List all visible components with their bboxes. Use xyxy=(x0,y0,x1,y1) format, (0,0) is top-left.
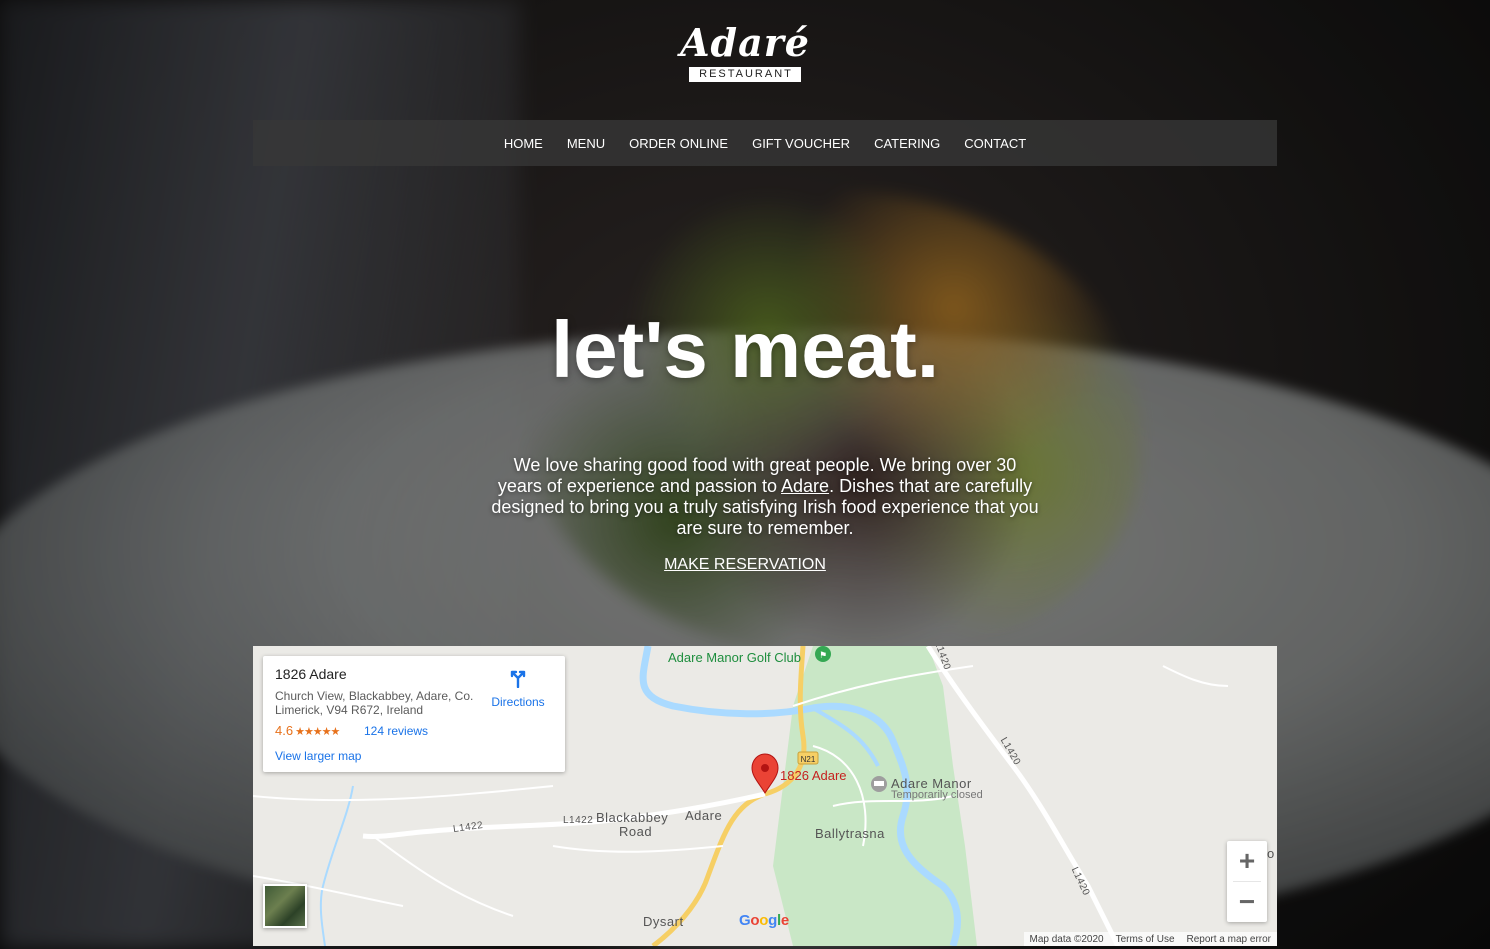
edge-label: o xyxy=(1267,846,1275,861)
golf-club-label[interactable]: Adare Manor Golf Club xyxy=(668,650,801,665)
n21-label: N21 xyxy=(801,755,816,764)
reviews-link[interactable]: 124 reviews xyxy=(364,724,428,738)
blackabbey-label: Blackabbey xyxy=(596,810,669,825)
hero-section: Adaré RESTAURANT HOME MENU ORDER ONLINE … xyxy=(0,0,1490,949)
rating-value: 4.6 xyxy=(275,723,294,738)
road-label: Road xyxy=(619,824,653,839)
location-pin-dot xyxy=(761,764,769,772)
directions-label: Directions xyxy=(491,695,545,709)
google-letter: e xyxy=(780,912,789,929)
map-stream xyxy=(319,785,354,946)
ballytrasna-label: Ballytrasna xyxy=(815,826,885,841)
nav-home[interactable]: HOME xyxy=(504,136,543,151)
map-minor-road-5 xyxy=(1162,665,1229,687)
brand-name: Adaré xyxy=(680,20,810,65)
view-larger-map-link[interactable]: View larger map xyxy=(275,749,361,763)
map-minor-road-3 xyxy=(552,845,724,853)
adare-label: Adare xyxy=(685,808,723,823)
terms-of-use-link[interactable]: Terms of Use xyxy=(1116,934,1175,945)
hotel-bed-shape xyxy=(874,781,884,786)
intro-adare-link[interactable]: Adare xyxy=(781,476,829,496)
brand-logo[interactable]: Adaré RESTAURANT xyxy=(0,22,1490,82)
google-letter: g xyxy=(768,912,777,929)
nav-gift-voucher[interactable]: GIFT VOUCHER xyxy=(752,136,850,151)
dysart-label: Dysart xyxy=(643,914,684,929)
google-logo: Google xyxy=(739,912,789,929)
place-rating: 4.6 ★★★★★ xyxy=(275,723,340,738)
map-minor-road-1 xyxy=(253,785,554,802)
manor-status: Temporarily closed xyxy=(891,789,983,801)
map-footer: Map data ©2020 Terms of Use Report a map… xyxy=(1023,932,1277,946)
nav-order-online[interactable]: ORDER ONLINE xyxy=(629,136,728,151)
google-map[interactable]: N21 ⚑ Adare Manor Golf Club 1826 Adare A… xyxy=(253,646,1277,946)
google-letter: o xyxy=(750,912,760,929)
report-map-error-link[interactable]: Report a map error xyxy=(1187,934,1271,945)
golf-flag-icon: ⚑ xyxy=(819,651,827,661)
nav-contact[interactable]: CONTACT xyxy=(964,136,1026,151)
directions-icon xyxy=(510,670,526,689)
zoom-controls: + − xyxy=(1227,841,1267,922)
google-letter: o xyxy=(759,912,769,929)
brand-subtitle: RESTAURANT xyxy=(689,67,801,82)
hero-intro: We love sharing good food with great peo… xyxy=(490,455,1040,539)
star-rating-icon: ★★★★★ xyxy=(295,726,340,738)
make-reservation-link[interactable]: MAKE RESERVATION xyxy=(664,556,826,573)
pin-label[interactable]: 1826 Adare xyxy=(780,768,847,783)
nav-catering[interactable]: CATERING xyxy=(874,136,940,151)
location-pin-icon xyxy=(751,753,779,794)
place-info-card: 1826 Adare Church View, Blackabbey, Adar… xyxy=(263,656,565,772)
reservation-cta-wrap: MAKE RESERVATION xyxy=(0,556,1490,574)
google-letter: G xyxy=(739,912,751,929)
nav-menu[interactable]: MENU xyxy=(567,136,605,151)
zoom-in-button[interactable]: + xyxy=(1227,841,1267,881)
map-road-n21 xyxy=(651,646,807,946)
place-address: Church View, Blackabbey, Adare, Co. Lime… xyxy=(275,689,474,717)
main-nav: HOME MENU ORDER ONLINE GIFT VOUCHER CATE… xyxy=(253,120,1277,166)
map-data-credit: Map data ©2020 xyxy=(1029,933,1104,945)
l1422-label-east: L1422 xyxy=(563,815,594,826)
hero-headline: let's meat. xyxy=(550,305,940,394)
zoom-out-button[interactable]: − xyxy=(1227,882,1267,922)
place-title: 1826 Adare xyxy=(275,666,347,682)
satellite-toggle-button[interactable] xyxy=(263,884,307,928)
directions-button[interactable]: Directions xyxy=(485,666,551,709)
